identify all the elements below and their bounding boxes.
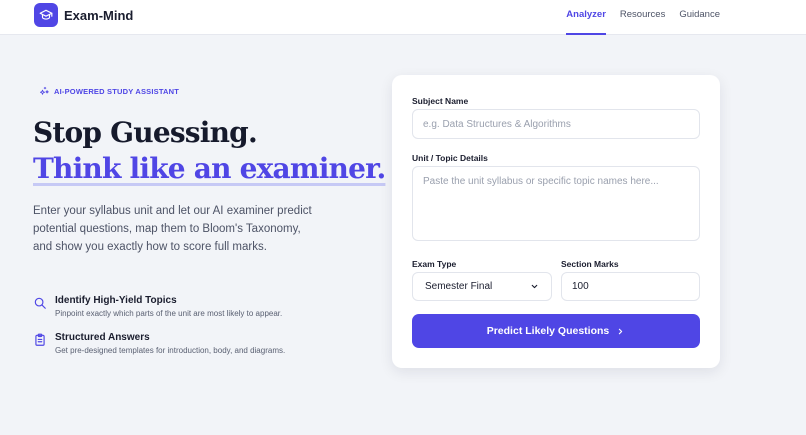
subject-input[interactable] (412, 109, 700, 139)
predict-button-label: Predict Likely Questions (486, 325, 610, 337)
feature-title: Structured Answers (55, 332, 150, 343)
predict-button[interactable]: Predict Likely Questions (412, 314, 700, 348)
feature-description: Get pre-designed templates for introduct… (55, 346, 286, 355)
hero-badge: AI-POWERED STUDY ASSISTANT (40, 86, 179, 96)
headline-line-2: Think like an examiner. (33, 152, 386, 185)
brand-name: Exam-Mind (64, 7, 134, 23)
feature-structured-answers: Structured Answers Get pre-designed temp… (33, 332, 285, 355)
exam-type-select[interactable]: Semester Final (412, 272, 552, 301)
exam-type-value: Semester Final (425, 281, 493, 292)
hero-badge-label: AI-POWERED STUDY ASSISTANT (54, 86, 180, 96)
search-icon (34, 297, 46, 309)
hero-description: Enter your syllabus unit and let our AI … (33, 205, 312, 253)
subject-label: Subject Name (412, 96, 469, 106)
section-marks-label: Section Marks (561, 259, 619, 269)
predict-form-card: Subject Name Unit / Topic Details Exam T… (392, 75, 720, 368)
sparkles-icon (40, 86, 49, 95)
chevron-down-icon (531, 284, 538, 289)
top-navbar: Exam-Mind Analyzer Resources Guidance (0, 0, 806, 35)
feature-high-yield: Identify High-Yield Topics Pinpoint exac… (33, 295, 282, 318)
clipboard-icon (35, 333, 45, 346)
graduation-cap-icon (34, 3, 58, 27)
nav-item-resources[interactable]: Resources (620, 0, 665, 35)
headline-line-1: Stop Guessing. (33, 116, 258, 149)
brand[interactable]: Exam-Mind (34, 3, 133, 27)
feature-description: Pinpoint exactly which parts of the unit… (55, 309, 283, 318)
chevron-right-icon (619, 328, 623, 334)
nav-item-analyzer[interactable]: Analyzer (566, 0, 606, 35)
feature-title: Identify High-Yield Topics (55, 295, 177, 306)
exam-type-label: Exam Type (412, 259, 457, 269)
nav-item-guidance[interactable]: Guidance (679, 0, 720, 35)
topic-textarea[interactable] (412, 166, 700, 241)
main-nav: Analyzer Resources Guidance (552, 0, 720, 35)
section-marks-input[interactable] (561, 272, 700, 301)
topic-label: Unit / Topic Details (412, 153, 488, 163)
